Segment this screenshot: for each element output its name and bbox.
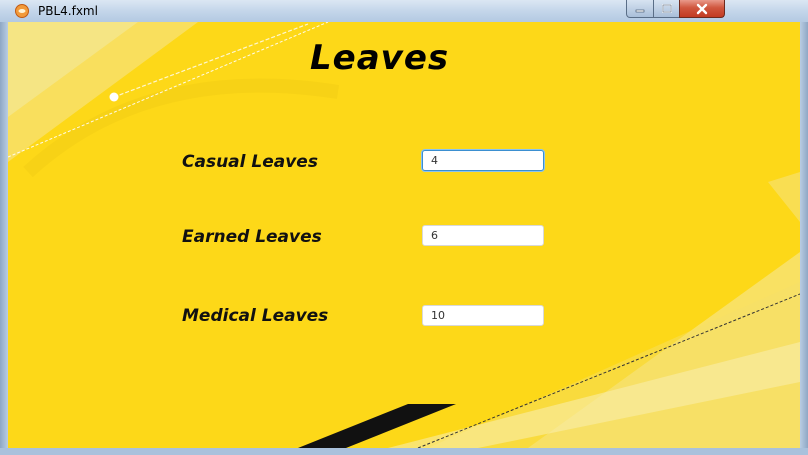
leaves-form-panel: Leaves Casual Leaves Earned Leaves Medic… xyxy=(8,22,800,448)
window-frame-right xyxy=(800,22,808,455)
earned-leaves-label: Earned Leaves xyxy=(182,227,322,247)
window-frame-bottom xyxy=(0,448,808,455)
casual-leaves-input[interactable] xyxy=(422,150,544,171)
medical-leaves-label: Medical Leaves xyxy=(182,306,329,326)
maximize-icon xyxy=(661,3,672,13)
page-title: Leaves xyxy=(310,38,450,78)
minimize-button[interactable] xyxy=(626,0,654,18)
app-window: PBL4.fxml Leaves Casual Leaves 4 Earned … xyxy=(0,0,808,455)
close-button[interactable] xyxy=(679,0,725,18)
window-title: PBL4.fxml xyxy=(38,4,98,18)
casual-leaves-label: Casual Leaves xyxy=(182,152,318,172)
maximize-button[interactable] xyxy=(653,0,680,18)
close-icon xyxy=(696,3,708,14)
window-frame-left xyxy=(0,22,8,455)
title-bar[interactable]: PBL4.fxml xyxy=(0,0,808,22)
earned-leaves-input[interactable] xyxy=(422,225,544,246)
minimize-icon xyxy=(635,9,645,12)
java-cup-icon xyxy=(15,4,29,18)
background-graphic xyxy=(8,22,800,448)
medical-leaves-input[interactable] xyxy=(422,305,544,326)
